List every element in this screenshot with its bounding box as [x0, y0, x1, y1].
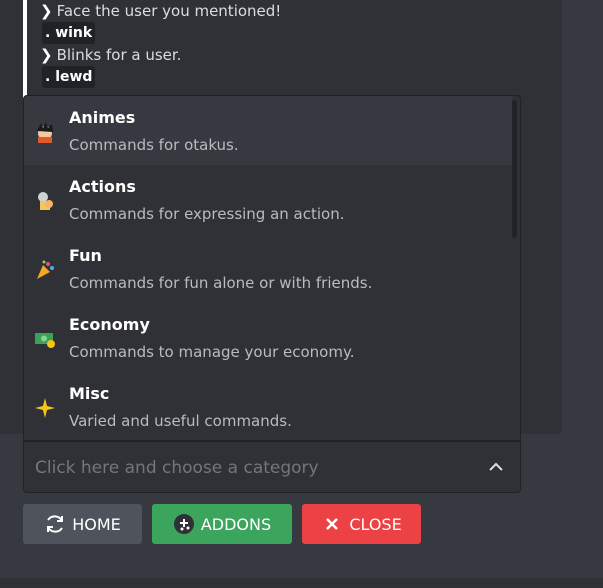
- embed-command-list: ❯ Face the user you mentioned! . wink ❯ …: [40, 0, 281, 88]
- option-animes[interactable]: Animes Commands for otakus.: [24, 96, 512, 165]
- option-misc[interactable]: Misc Varied and useful commands.: [24, 372, 512, 440]
- addons-button[interactable]: ADDONS: [152, 504, 292, 544]
- anime-character-icon: [37, 122, 53, 143]
- home-button-label: HOME: [72, 514, 121, 534]
- chevron-up-icon[interactable]: [488, 459, 504, 475]
- home-button[interactable]: HOME: [23, 504, 142, 544]
- addons-button-label: ADDONS: [200, 514, 272, 534]
- option-label: Economy: [69, 315, 150, 334]
- command-name-line: . wink: [40, 22, 281, 44]
- option-description: Commands for otakus.: [69, 136, 239, 154]
- option-description: Commands for fun alone or with friends.: [69, 274, 373, 292]
- sparkle-icon: [35, 398, 55, 418]
- option-description: Commands for expressing an action.: [69, 205, 345, 223]
- bottom-divider: [0, 578, 603, 588]
- refresh-icon: [47, 515, 64, 533]
- option-label: Fun: [69, 246, 102, 265]
- command-description: Face the user you mentioned!: [56, 2, 282, 20]
- puzzle-icon: [173, 514, 194, 534]
- option-description: Commands to manage your economy.: [69, 343, 355, 361]
- command-name-line: . lewd: [40, 66, 281, 88]
- command-description-line: ❯ Face the user you mentioned!: [40, 0, 281, 22]
- category-select[interactable]: Click here and choose a category: [23, 441, 521, 493]
- option-label: Actions: [69, 177, 136, 196]
- category-dropdown-menu: Animes Commands for otakus. Actions Comm…: [23, 95, 521, 441]
- close-icon: [326, 518, 339, 530]
- money-icon: [35, 333, 55, 348]
- party-popper-icon: [37, 260, 54, 279]
- menu-scrollbar[interactable]: [512, 100, 517, 238]
- command-name: . wink: [42, 22, 96, 44]
- command-description: Blinks for a user.: [56, 46, 182, 64]
- option-description: Varied and useful commands.: [69, 412, 292, 430]
- option-fun[interactable]: Fun Commands for fun alone or with frien…: [24, 234, 512, 303]
- command-description-line: ❯ Blinks for a user.: [40, 44, 281, 66]
- close-button[interactable]: CLOSE: [302, 504, 421, 544]
- action-trophy-icon: [38, 192, 53, 210]
- option-actions[interactable]: Actions Commands for expressing an actio…: [24, 165, 512, 234]
- option-economy[interactable]: Economy Commands to manage your economy.: [24, 303, 512, 372]
- arrow-icon: ❯: [40, 2, 53, 20]
- option-label: Animes: [69, 108, 136, 127]
- select-placeholder: Click here and choose a category: [35, 458, 319, 478]
- option-label: Misc: [69, 384, 110, 403]
- command-name: . lewd: [42, 66, 96, 88]
- arrow-icon: ❯: [40, 46, 53, 64]
- close-button-label: CLOSE: [349, 514, 402, 534]
